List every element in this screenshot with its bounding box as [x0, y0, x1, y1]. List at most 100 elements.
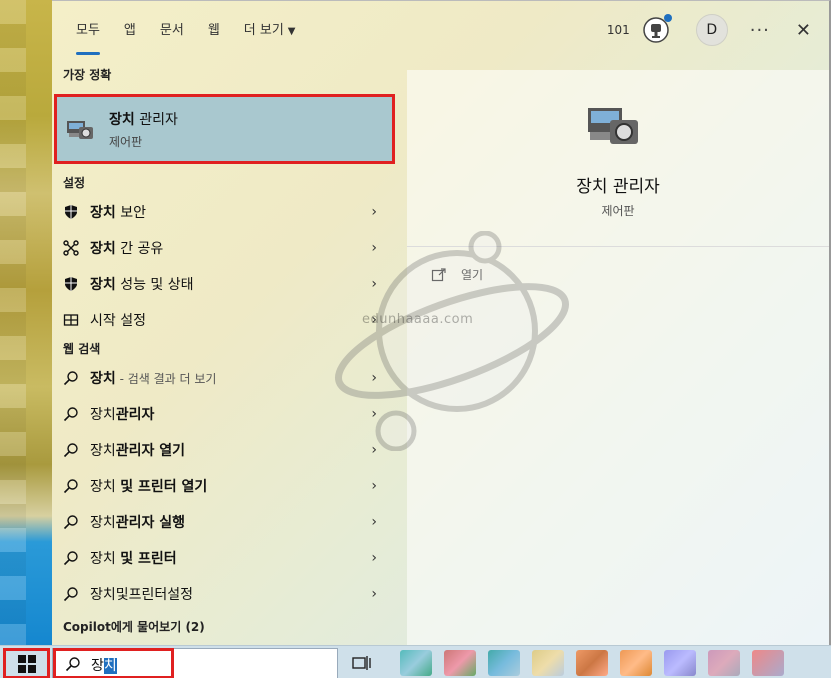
chevron-right-icon: › [371, 240, 377, 256]
chevron-right-icon: › [371, 478, 377, 494]
settings-item-label: 시작 설정 [90, 313, 146, 329]
search-icon [62, 585, 80, 603]
windows-logo-icon [17, 654, 36, 673]
web-result-sub: - 검색 결과 더 보기 [115, 372, 217, 386]
more-options-icon[interactable]: ··· [750, 20, 770, 41]
tab-web[interactable]: 웹 [196, 1, 232, 59]
open-external-icon [431, 267, 446, 281]
start-settings-icon [62, 311, 80, 329]
chevron-right-icon: › [371, 586, 377, 602]
taskbar-app[interactable] [400, 650, 432, 676]
desktop-background [0, 0, 52, 645]
settings-item-label: 성능 및 상태 [115, 277, 194, 293]
settings-item-startup[interactable]: 시작 설정 › [52, 302, 407, 338]
settings-item-bold: 장치 [90, 205, 116, 221]
start-button[interactable] [3, 648, 50, 678]
best-match-title-rest: 관리자 [134, 111, 178, 128]
settings-item-nearby-sharing[interactable]: 장치 간 공유 › [52, 230, 407, 266]
shield-icon [62, 275, 80, 293]
settings-item-device-health[interactable]: 장치 성능 및 상태 › [52, 266, 407, 302]
chevron-right-icon: › [371, 204, 377, 220]
open-action[interactable]: 열기 [431, 266, 483, 283]
taskbar-app[interactable] [444, 650, 476, 676]
watermark-text: edunhaaaa.com [362, 312, 474, 327]
taskbar-app[interactable] [664, 650, 696, 676]
web-result-prefix: 장치 [90, 587, 116, 603]
rewards-trophy-icon[interactable] [642, 14, 672, 44]
web-result-prefix: 장치 [90, 515, 116, 531]
web-result-item[interactable]: 장치및프린터설정 › [52, 576, 407, 612]
chevron-right-icon: › [371, 550, 377, 566]
chevron-right-icon: › [371, 442, 377, 458]
settings-item-label: 보안 [115, 205, 146, 221]
copilot-header: Copilot에게 물어보기 (2) [63, 620, 205, 634]
search-icon [62, 549, 80, 567]
taskbar-app[interactable] [576, 650, 608, 676]
taskbar: 장치 [0, 645, 831, 678]
web-result-item[interactable]: 장치관리자 실행 › [52, 504, 407, 540]
best-match-title-bold: 장치 [109, 111, 135, 128]
search-icon [62, 513, 80, 531]
web-search-header: 웹 검색 [63, 342, 101, 356]
search-icon [62, 369, 80, 387]
settings-header: 설정 [63, 176, 86, 190]
search-icon [62, 405, 80, 423]
taskbar-app[interactable] [752, 650, 784, 676]
avatar[interactable]: D [695, 14, 728, 46]
best-match-item[interactable]: 장치 관리자 제어판 [54, 94, 395, 164]
taskbar-app[interactable] [708, 650, 740, 676]
web-result-prefix: 장치 [90, 551, 121, 567]
web-result-bold: 및 프린터 열기 [120, 479, 208, 495]
chevron-right-icon: › [371, 370, 377, 386]
web-result-item[interactable]: 장치관리자 열기 › [52, 432, 407, 468]
web-result-item[interactable]: 장치 및 프린터 열기 › [52, 468, 407, 504]
chevron-right-icon: › [371, 514, 377, 530]
web-result-label: 장치 [90, 371, 116, 387]
results-list: 가장 정확 장치 관리자 제어판 설정 장치 보안 › 장치 간 공유 › 장치… [52, 59, 407, 646]
search-selected-text: 치 [103, 658, 117, 674]
chevron-right-icon: › [371, 406, 377, 422]
tab-apps[interactable]: 앱 [112, 1, 148, 59]
web-result-prefix: 장치 [90, 443, 116, 459]
web-result-item[interactable]: 장치 - 검색 결과 더 보기 › [52, 360, 407, 396]
taskbar-app[interactable] [488, 650, 520, 676]
settings-item-bold: 장치 [90, 277, 116, 293]
notification-dot [663, 14, 672, 22]
settings-item-label: 간 공유 [115, 241, 164, 257]
search-input[interactable]: 장치 [91, 655, 117, 675]
shield-icon [62, 203, 80, 221]
search-icon [62, 477, 80, 495]
preview-subtitle: 제어판 [601, 204, 635, 218]
web-result-bold: 관리자 실행 [115, 515, 186, 531]
settings-item-bold: 장치 [90, 241, 116, 257]
search-icon [62, 441, 80, 459]
web-result-prefix: 장치 [90, 407, 116, 423]
open-label: 열기 [461, 268, 484, 282]
web-result-item[interactable]: 장치관리자 › [52, 396, 407, 432]
device-manager-icon [588, 108, 638, 144]
taskbar-app[interactable] [620, 650, 652, 676]
web-result-bold: 관리자 열기 [115, 443, 186, 459]
device-manager-icon [67, 121, 93, 139]
web-result-bold: 관리자 [115, 407, 155, 423]
start-search-panel: 모두 앱 문서 웹 더 보기 ▼ 101 D ··· ✕ 가장 정확 장치 관리… [52, 0, 831, 646]
web-result-bold: 및 프린터 [120, 551, 177, 567]
search-icon [65, 657, 80, 672]
tab-documents[interactable]: 문서 [148, 1, 196, 59]
taskbar-search-box[interactable]: 장치 [52, 648, 338, 678]
preview-title: 장치 관리자 [576, 177, 660, 197]
caret-down-icon: ▼ [287, 26, 296, 37]
tab-all[interactable]: 모두 [64, 1, 112, 59]
tab-more[interactable]: 더 보기 ▼ [232, 1, 308, 59]
best-match-subtitle: 제어판 [109, 134, 143, 149]
taskbar-app[interactable] [532, 650, 564, 676]
settings-item-device-security[interactable]: 장치 보안 › [52, 194, 407, 230]
task-view-icon[interactable] [352, 654, 372, 672]
web-result-prefix: 장치 [90, 479, 121, 495]
chevron-right-icon: › [371, 276, 377, 292]
close-icon[interactable]: ✕ [796, 20, 811, 41]
share-nodes-icon [62, 239, 80, 257]
web-result-item[interactable]: 장치 및 프린터 › [52, 540, 407, 576]
taskbar-apps [400, 650, 784, 676]
divider [407, 246, 829, 247]
